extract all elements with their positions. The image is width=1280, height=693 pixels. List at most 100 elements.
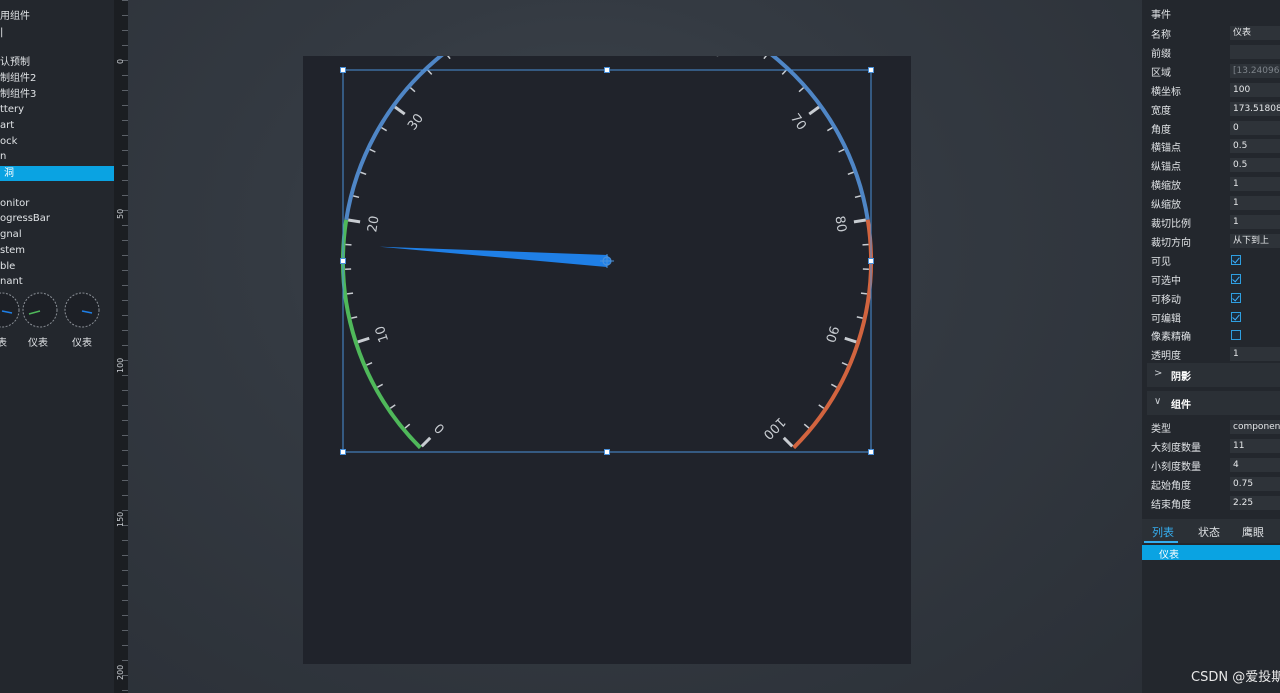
component-input[interactable]: 11 xyxy=(1230,438,1280,453)
property-row: 横锚点 0.5 xyxy=(1142,137,1280,156)
gauge-minor-tick xyxy=(854,195,861,199)
events-header[interactable]: 事件 xyxy=(1151,6,1171,21)
palette-item[interactable]: | xyxy=(0,25,3,40)
property-input[interactable]: 173.51808 xyxy=(1230,101,1280,116)
property-row: 区域 [13.24096,4 xyxy=(1142,62,1280,81)
property-input[interactable] xyxy=(1230,44,1280,59)
component-label: 小刻度数量 xyxy=(1151,461,1201,473)
property-input[interactable]: 0.5 xyxy=(1230,139,1280,154)
component-label: 大刻度数量 xyxy=(1151,442,1201,454)
palette-item[interactable]: onitor xyxy=(0,196,29,211)
component-input[interactable]: component xyxy=(1230,420,1280,434)
property-input[interactable]: 1 xyxy=(1230,347,1280,362)
property-input[interactable]: 0 xyxy=(1230,120,1280,135)
gauge-minor-tick xyxy=(798,87,805,93)
palette-item[interactable]: stem xyxy=(0,243,25,258)
gauge-minor-tick xyxy=(826,126,833,132)
property-input[interactable]: 0.5 xyxy=(1230,158,1280,173)
property-input[interactable]: 1 xyxy=(1230,177,1280,192)
palette-item[interactable]: n xyxy=(0,149,6,164)
palette-item[interactable]: art xyxy=(0,118,14,133)
gauge-tick-label: 10 xyxy=(373,324,392,344)
gauge-tick-label: 0 xyxy=(432,420,448,436)
property-label: 可移动 xyxy=(1151,294,1181,306)
property-input[interactable]: 1 xyxy=(1230,215,1280,229)
palette-item[interactable]: ttery xyxy=(0,102,24,117)
property-label: 宽度 xyxy=(1151,105,1171,117)
property-checkbox[interactable] xyxy=(1231,273,1241,284)
palette-item[interactable]: 制组件3 xyxy=(0,87,36,102)
property-checkbox[interactable] xyxy=(1231,254,1241,265)
resize-handle xyxy=(604,67,610,73)
watermark: CSDN @爱投斯 xyxy=(1191,670,1280,685)
component-input[interactable]: 0.75 xyxy=(1230,476,1280,491)
palette-item[interactable]: ock xyxy=(0,134,17,149)
gauge-tick-label: 40 xyxy=(489,56,511,61)
gauge-major-tick xyxy=(808,105,820,116)
gauge-tick-label: 60 xyxy=(703,56,725,61)
gauge-tick-label: 30 xyxy=(405,111,427,133)
property-row: 裁切方向 从下到上 xyxy=(1142,232,1280,251)
resize-handle xyxy=(868,449,874,455)
property-label: 横坐标 xyxy=(1151,86,1181,98)
gauge-minor-tick xyxy=(860,292,868,295)
resize-handle xyxy=(868,258,874,264)
palette-item[interactable]: ble xyxy=(0,259,15,274)
property-row: 前缀 xyxy=(1142,43,1280,62)
property-label: 透明度 xyxy=(1151,351,1181,363)
component-section-title: 组件 xyxy=(1171,400,1191,411)
palette-item[interactable]: 用组件 xyxy=(0,9,30,24)
property-checkbox[interactable] xyxy=(1231,311,1241,322)
gauge-minor-tick xyxy=(346,292,354,295)
gauge-tick-label: 90 xyxy=(822,324,841,344)
palette-item[interactable]: 洞 xyxy=(0,166,114,181)
bottom-tabs: 列表 状态 鹰眼 xyxy=(1142,519,1280,543)
gauge-minor-tick xyxy=(366,361,373,366)
palette-item[interactable]: 认预制 xyxy=(0,55,30,70)
shadow-section-title: 阴影 xyxy=(1171,372,1191,383)
gauge-minor-tick xyxy=(841,361,848,366)
property-label: 前缀 xyxy=(1151,48,1171,60)
gauge-stage[interactable]: 0102030405060708090100 xyxy=(303,56,911,664)
palette-item[interactable]: 制组件2 xyxy=(0,71,36,86)
property-label: 可选中 xyxy=(1151,275,1181,287)
shadow-section[interactable]: > 阴影 xyxy=(1147,363,1280,387)
property-label: 纵锚点 xyxy=(1151,162,1181,174)
list-item-label: 仪表 xyxy=(1159,550,1179,561)
ruler-label: 0 xyxy=(116,58,125,64)
bottom-tab[interactable]: 列表 xyxy=(1152,524,1174,540)
vertical-ruler: 0 50 100 150 200 xyxy=(114,0,129,693)
property-row: 横坐标 100 xyxy=(1142,81,1280,100)
component-input[interactable]: 2.25 xyxy=(1230,495,1280,510)
palette-item[interactable]: nant xyxy=(0,274,23,289)
gauge-thumbnail-icon[interactable] xyxy=(20,290,60,330)
property-input[interactable]: 1 xyxy=(1230,196,1280,211)
property-label: 可编辑 xyxy=(1151,313,1181,325)
property-label: 名称 xyxy=(1151,30,1171,41)
property-checkbox[interactable] xyxy=(1231,292,1241,303)
gauge-minor-tick xyxy=(803,423,810,429)
bottom-tab[interactable]: 鹰眼 xyxy=(1242,524,1264,540)
gauge-minor-tick xyxy=(369,148,376,153)
list-item[interactable]: 仪表 xyxy=(1142,545,1280,561)
gauge-minor-tick xyxy=(838,148,845,153)
gauge-minor-tick xyxy=(447,56,451,60)
palette-item[interactable]: gnal xyxy=(0,227,22,242)
component-input[interactable]: 4 xyxy=(1230,457,1280,472)
property-input[interactable]: 仪表 xyxy=(1230,26,1280,40)
resize-handle xyxy=(340,258,346,264)
bottom-tab[interactable]: 状态 xyxy=(1198,524,1220,540)
property-input[interactable]: 从下到上 xyxy=(1230,233,1280,248)
property-checkbox[interactable] xyxy=(1231,330,1241,341)
property-input[interactable]: [13.24096,4 xyxy=(1230,63,1280,78)
property-input[interactable]: 100 xyxy=(1230,82,1280,97)
property-label: 裁切方向 xyxy=(1151,237,1191,249)
gauge-thumbnail-icon[interactable] xyxy=(0,290,22,330)
gauge-thumbnail-icon[interactable] xyxy=(62,290,102,330)
gauge-thumbnails: 表 仪表 仪表 xyxy=(0,290,114,350)
palette-item[interactable]: ogressBar xyxy=(0,211,50,226)
component-label: 结束角度 xyxy=(1151,499,1191,511)
gauge-svg[interactable]: 0102030405060708090100 xyxy=(303,56,911,664)
component-section[interactable]: ∨ 组件 xyxy=(1147,391,1280,415)
property-label: 裁切比例 xyxy=(1151,219,1191,230)
